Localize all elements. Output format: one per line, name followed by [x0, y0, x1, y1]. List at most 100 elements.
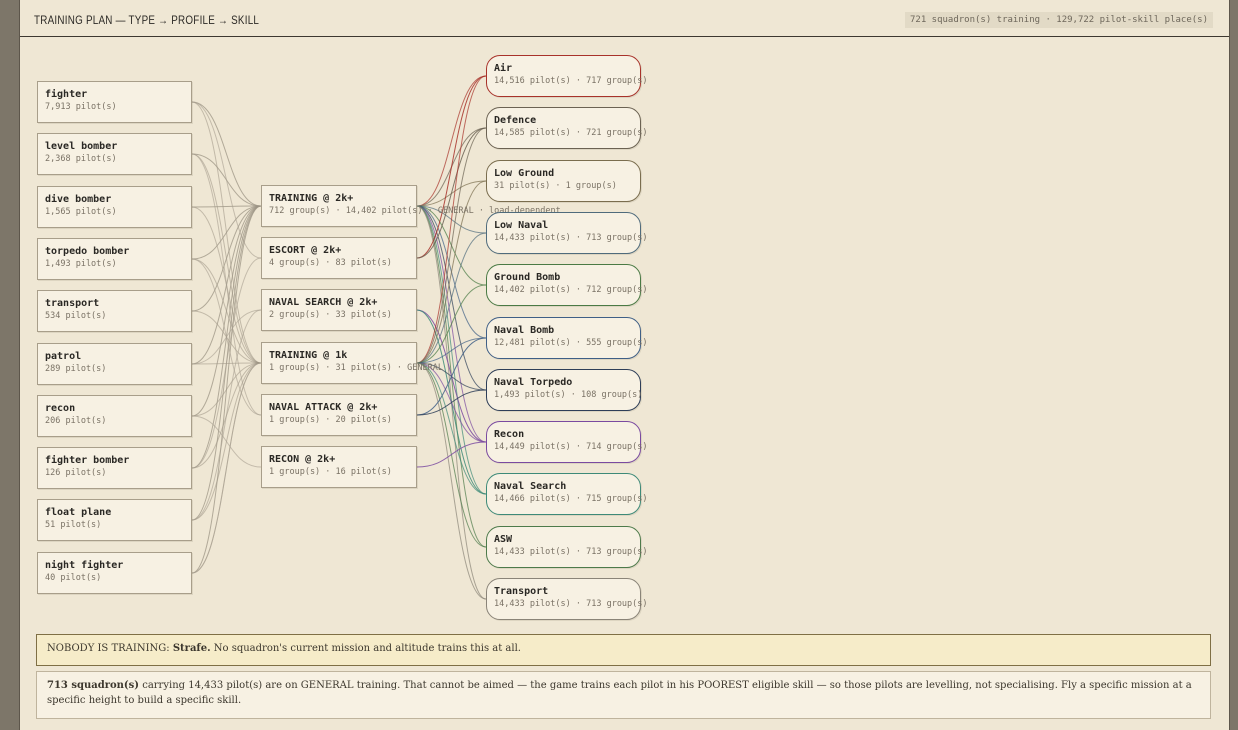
- note-text: carrying 14,433 pilot(s) are on GENERAL …: [47, 680, 1192, 706]
- profile-stats: 1 group(s) · 16 pilot(s): [269, 467, 392, 477]
- skill-name: Transport: [494, 586, 549, 597]
- skill-node[interactable]: Ground Bomb 14,402 pilot(s) · 712 group(s…: [486, 264, 648, 306]
- profile-stats: 1 group(s) · 20 pilot(s): [269, 415, 392, 425]
- profile-skill-link: [416, 362, 487, 495]
- skill-stats: 12,481 pilot(s) · 555 group(s): [494, 338, 648, 348]
- type-node[interactable]: night fighter 40 pilot(s): [37, 552, 192, 594]
- skill-node[interactable]: Low Ground 31 pilot(s) · 1 group(s): [486, 160, 641, 202]
- skill-node[interactable]: Recon 14,449 pilot(s) · 714 group(s): [486, 421, 648, 463]
- profile-skill-link: [416, 232, 487, 364]
- skill-node[interactable]: Naval Torpedo 1,493 pilot(s) · 108 group(…: [486, 369, 642, 411]
- skill-name: Ground Bomb: [494, 272, 561, 283]
- profile-name: NAVAL SEARCH @ 2k+: [269, 297, 378, 308]
- skill-name: Recon: [494, 429, 525, 440]
- profile-stats: 2 group(s) · 33 pilot(s): [269, 310, 392, 320]
- untrained-skill-alert: NOBODY IS TRAINING: Strafe. No squadron'…: [36, 634, 1211, 666]
- skill-node[interactable]: Transport 14,433 pilot(s) · 713 group(s): [486, 578, 648, 620]
- skill-stats: 14,433 pilot(s) · 713 group(s): [494, 547, 648, 557]
- type-node[interactable]: transport 534 pilot(s): [37, 290, 192, 332]
- type-name: recon: [45, 403, 76, 414]
- skill-stats: 14,585 pilot(s) · 721 group(s): [494, 128, 648, 138]
- skill-node[interactable]: Air 14,516 pilot(s) · 717 group(s): [486, 55, 648, 97]
- profile-node[interactable]: NAVAL ATTACK @ 2k+ 1 group(s) · 20 pilot(…: [261, 394, 417, 436]
- alert-lead: NOBODY IS TRAINING:: [47, 643, 170, 654]
- skill-name: Low Naval: [494, 220, 549, 231]
- profile-node[interactable]: RECON @ 2k+ 1 group(s) · 16 pilot(s): [261, 446, 417, 488]
- type-stats: 534 pilot(s): [45, 311, 107, 321]
- profile-skill-link: [416, 337, 487, 364]
- type-stats: 2,368 pilot(s): [45, 154, 117, 164]
- profile-name: TRAINING @ 2k+: [269, 193, 354, 204]
- type-node[interactable]: dive bomber 1,565 pilot(s): [37, 186, 192, 228]
- type-stats: 40 pilot(s): [45, 573, 102, 583]
- profile-name: TRAINING @ 1k: [269, 350, 348, 361]
- skill-name: Naval Bomb: [494, 325, 555, 336]
- type-profile-link: [191, 101, 262, 207]
- skill-stats: 14,402 pilot(s) · 712 group(s): [494, 285, 648, 295]
- profile-skill-link: [416, 127, 487, 259]
- profile-skill-link: [416, 389, 487, 416]
- type-name: patrol: [45, 351, 82, 362]
- profile-skill-link: [416, 75, 487, 259]
- type-node[interactable]: fighter bomber 126 pilot(s): [37, 447, 192, 489]
- general-training-note: 713 squadron(s) carrying 14,433 pilot(s)…: [36, 671, 1211, 719]
- type-node[interactable]: torpedo bomber 1,493 pilot(s): [37, 238, 192, 280]
- type-stats: 126 pilot(s): [45, 468, 107, 478]
- alert-text: No squadron's current mission and altitu…: [213, 643, 521, 654]
- type-stats: 1,493 pilot(s): [45, 259, 117, 269]
- type-profile-link: [191, 205, 262, 208]
- skill-node[interactable]: Low Naval 14,433 pilot(s) · 713 group(s): [486, 212, 648, 254]
- type-node[interactable]: patrol 289 pilot(s): [37, 343, 192, 385]
- skill-name: ASW: [494, 534, 513, 545]
- type-stats: 206 pilot(s): [45, 416, 107, 426]
- type-name: torpedo bomber: [45, 246, 130, 257]
- type-name: fighter: [45, 89, 88, 100]
- alert-skill: Strafe.: [172, 643, 211, 654]
- skill-name: Naval Torpedo: [494, 377, 573, 388]
- profile-node[interactable]: TRAINING @ 2k+ 712 group(s) · 14,402 pilo…: [261, 185, 561, 227]
- type-stats: 7,913 pilot(s): [45, 102, 117, 112]
- skill-stats: 31 pilot(s) · 1 group(s): [494, 181, 617, 191]
- skill-node[interactable]: Naval Bomb 12,481 pilot(s) · 555 group(s): [486, 317, 648, 359]
- profile-name: ESCORT @ 2k+: [269, 245, 342, 256]
- skill-stats: 14,466 pilot(s) · 715 group(s): [494, 494, 648, 504]
- training-plan-panel: TRAINING PLAN — TYPE → PROFILE → SKILL 7…: [19, 0, 1230, 730]
- type-stats: 1,565 pilot(s): [45, 207, 117, 217]
- profile-node[interactable]: ESCORT @ 2k+ 4 group(s) · 83 pilot(s): [261, 237, 417, 279]
- type-profile-link: [191, 153, 262, 416]
- skill-name: Naval Search: [494, 481, 567, 492]
- type-name: transport: [45, 298, 100, 309]
- type-stats: 289 pilot(s): [45, 364, 107, 374]
- skill-name: Low Ground: [494, 168, 555, 179]
- skill-stats: 14,516 pilot(s) · 717 group(s): [494, 76, 648, 86]
- skill-name: Defence: [494, 115, 537, 126]
- profile-node[interactable]: TRAINING @ 1k 1 group(s) · 31 pilot(s) · …: [261, 342, 443, 384]
- skill-node[interactable]: ASW 14,433 pilot(s) · 713 group(s): [486, 526, 648, 568]
- skill-node[interactable]: Defence 14,585 pilot(s) · 721 group(s): [486, 107, 648, 149]
- skill-stats: 14,433 pilot(s) · 713 group(s): [494, 599, 648, 609]
- type-node[interactable]: fighter 7,913 pilot(s): [37, 81, 192, 123]
- profile-skill-link: [416, 75, 487, 207]
- skill-stats: 14,433 pilot(s) · 713 group(s): [494, 233, 648, 243]
- profile-node[interactable]: NAVAL SEARCH @ 2k+ 2 group(s) · 33 pilot(…: [261, 289, 417, 331]
- profile-stats: 712 group(s) · 14,402 pilot(s) · GENERAL…: [269, 206, 561, 216]
- skill-name: Air: [494, 63, 513, 74]
- type-name: level bomber: [45, 141, 118, 152]
- type-stats: 51 pilot(s): [45, 520, 102, 530]
- type-node[interactable]: recon 206 pilot(s): [37, 395, 192, 437]
- skill-stats: 14,449 pilot(s) · 714 group(s): [494, 442, 648, 452]
- type-profile-link: [191, 309, 262, 521]
- profile-stats: 4 group(s) · 83 pilot(s): [269, 258, 392, 268]
- profile-skill-link: [416, 441, 487, 468]
- type-node[interactable]: float plane 51 pilot(s): [37, 499, 192, 541]
- profile-name: RECON @ 2k+: [269, 454, 336, 465]
- profile-name: NAVAL ATTACK @ 2k+: [269, 402, 378, 413]
- type-name: dive bomber: [45, 194, 112, 205]
- profile-stats: 1 group(s) · 31 pilot(s) · GENERAL: [269, 363, 443, 373]
- skill-node[interactable]: Naval Search 14,466 pilot(s) · 715 group(…: [486, 473, 648, 515]
- type-name: float plane: [45, 507, 112, 518]
- type-name: night fighter: [45, 560, 124, 571]
- type-name: fighter bomber: [45, 455, 130, 466]
- profile-skill-link: [416, 127, 487, 364]
- type-node[interactable]: level bomber 2,368 pilot(s): [37, 133, 192, 175]
